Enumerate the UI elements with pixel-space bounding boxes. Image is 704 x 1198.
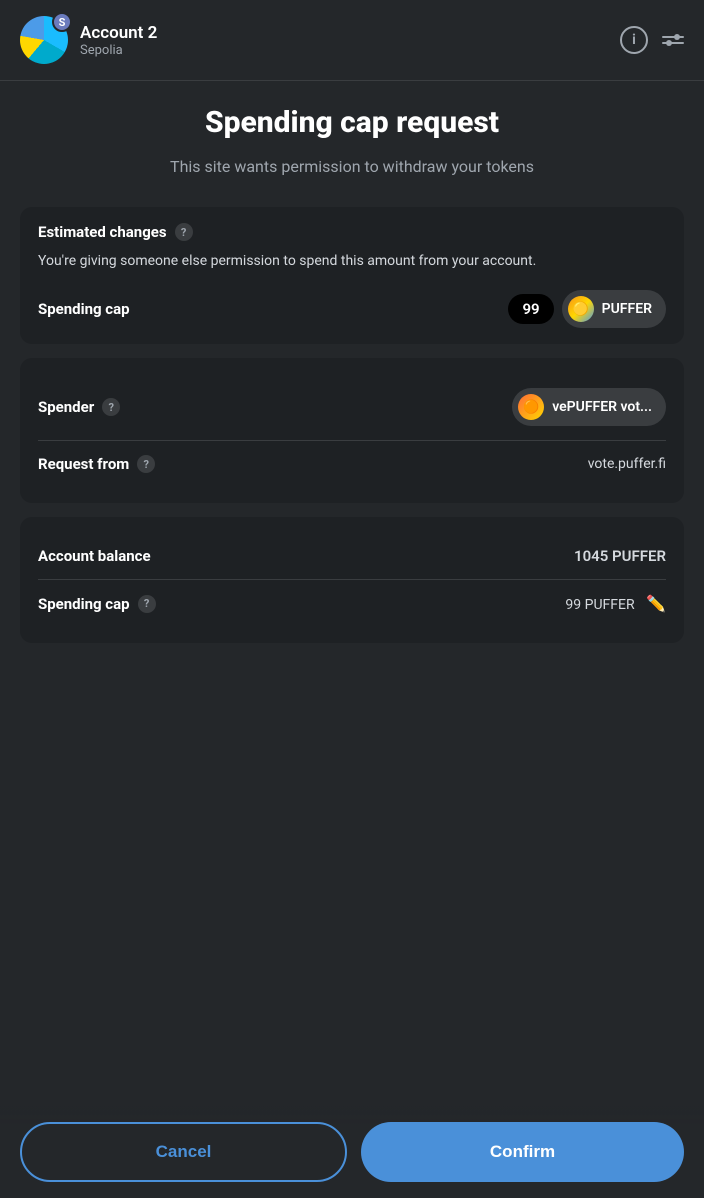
request-from-label: Request from ? (38, 455, 155, 473)
balance-label: Account balance (38, 547, 151, 565)
spender-name: vePUFFER vot... (552, 399, 652, 415)
sliders-icon[interactable] (662, 36, 684, 44)
token-icon: 🟡 (568, 296, 594, 322)
balance-spending-cap-value: 99 PUFFER ✏️ (565, 594, 666, 613)
info-icon[interactable]: i (620, 26, 648, 54)
spender-label-text: Spender (38, 398, 94, 416)
account-network: Sepolia (80, 43, 620, 58)
page-subtitle: This site wants permission to withdraw y… (20, 155, 684, 179)
token-name: PUFFER (602, 301, 652, 317)
bottom-bar: Cancel Confirm (0, 1106, 704, 1198)
spending-cap-value: 99 🟡 PUFFER (508, 290, 666, 328)
balance-spending-cap-label-text: Spending cap (38, 595, 130, 613)
spender-row: Spender ? 🟠 vePUFFER vot... (38, 374, 666, 441)
account-name: Account 2 (80, 23, 620, 43)
balance-spending-cap-label: Spending cap ? (38, 595, 156, 613)
balance-spending-cap-row: Spending cap ? 99 PUFFER ✏️ (38, 580, 666, 627)
request-from-label-text: Request from (38, 455, 129, 473)
header: S Account 2 Sepolia i (0, 0, 704, 81)
spending-cap-row: Spending cap 99 🟡 PUFFER (38, 290, 666, 328)
spender-pill[interactable]: 🟠 vePUFFER vot... (512, 388, 666, 426)
avatar: S (20, 16, 68, 64)
estimated-help-icon[interactable]: ? (175, 223, 193, 241)
account-info: Account 2 Sepolia (80, 23, 620, 58)
cap-number: 99 (508, 294, 553, 324)
edit-icon[interactable]: ✏️ (646, 594, 666, 613)
estimated-changes-card: Estimated changes ? You're giving someon… (20, 207, 684, 344)
token-pill: 🟡 PUFFER (562, 290, 666, 328)
estimated-description: You're giving someone else permission to… (38, 251, 666, 272)
spender-card: Spender ? 🟠 vePUFFER vot... Request from… (20, 358, 684, 503)
slider-line-1 (662, 36, 684, 38)
estimated-label: Estimated changes ? (38, 223, 666, 241)
spender-help-icon[interactable]: ? (102, 398, 120, 416)
cancel-button[interactable]: Cancel (20, 1122, 347, 1182)
request-from-help-icon[interactable]: ? (137, 455, 155, 473)
balance-spending-cap-value-text: 99 PUFFER (565, 597, 634, 613)
spending-cap-label: Spending cap (38, 300, 130, 318)
balance-row: Account balance 1045 PUFFER (38, 533, 666, 580)
spender-label: Spender ? (38, 398, 120, 416)
avatar-badge: S (52, 12, 72, 32)
request-from-row: Request from ? vote.puffer.fi (38, 441, 666, 487)
page-title: Spending cap request (20, 105, 684, 141)
balance-card: Account balance 1045 PUFFER Spending cap… (20, 517, 684, 643)
estimated-label-text: Estimated changes (38, 223, 167, 241)
balance-spending-cap-help-icon[interactable]: ? (138, 595, 156, 613)
request-from-value: vote.puffer.fi (588, 456, 666, 472)
confirm-button[interactable]: Confirm (361, 1122, 684, 1182)
spender-icon: 🟠 (518, 394, 544, 420)
main-content: Spending cap request This site wants per… (0, 81, 704, 777)
slider-line-2 (662, 42, 684, 44)
header-icons: i (620, 26, 684, 54)
balance-value: 1045 PUFFER (574, 547, 666, 565)
